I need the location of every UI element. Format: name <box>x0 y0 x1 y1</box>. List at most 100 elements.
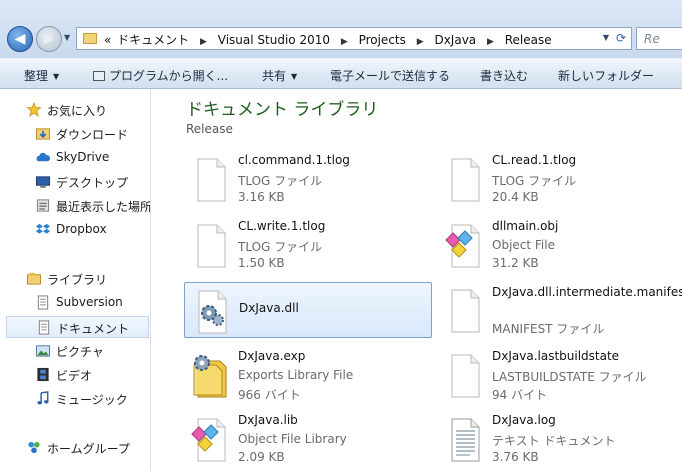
file-view[interactable]: ドキュメント ライブラリ Release cl.command.1.tlog T… <box>152 89 682 471</box>
file-item[interactable]: cl.command.1.tlog TLOG ファイル 3.16 KB <box>184 151 432 207</box>
burn-button[interactable]: 書き込む <box>480 67 528 84</box>
file-name: DxJava.dll <box>239 301 299 315</box>
chevron-right-icon[interactable]: ▶ <box>487 37 494 47</box>
chevron-down-icon: ▼ <box>291 72 298 81</box>
nav-homegroup-label: ホームグループ <box>47 442 130 456</box>
file-item[interactable]: DxJava.log テキスト ドキュメント 3.76 KB <box>438 411 682 467</box>
file-type: テキスト ドキュメント <box>492 434 616 448</box>
star-icon <box>26 102 42 117</box>
file-type: Object File <box>492 238 555 252</box>
breadcrumb-overflow[interactable]: « <box>104 33 111 47</box>
recent-places-icon <box>36 199 50 212</box>
share-button[interactable]: 共有 ▼ <box>262 67 297 84</box>
file-size: 3.76 KB <box>492 450 539 464</box>
exports-library-icon <box>193 355 227 398</box>
nav-item-label: ミュージック <box>56 393 128 407</box>
object-file-icon <box>445 224 480 268</box>
file-size: 20.4 KB <box>492 190 539 204</box>
breadcrumb-dxjava[interactable]: DxJava <box>434 33 476 47</box>
blank-file-icon <box>451 289 480 333</box>
nav-item-documents[interactable]: ドキュメント <box>6 316 149 338</box>
open-with-label: プログラムから開く... <box>109 69 229 83</box>
file-name: DxJava.lastbuildstate <box>492 349 620 363</box>
file-item[interactable]: DxJava.dll.intermediate.manifest MANIFES… <box>438 282 682 338</box>
document-library-icon <box>37 295 49 310</box>
email-button[interactable]: 電子メールで送信する <box>330 67 450 84</box>
address-bar-area: ◀ ▶ ▼ « ドキュメント ▶ Visual Studio 2010 ▶ Pr… <box>0 0 682 58</box>
nav-item-label: ドキュメント <box>57 322 130 336</box>
file-size: 966 バイト <box>238 388 301 402</box>
nav-item-label: 最近表示した場所 <box>56 200 151 214</box>
new-folder-button[interactable]: 新しいフォルダー <box>558 67 654 84</box>
nav-item-label: Dropbox <box>56 222 107 236</box>
blank-file-icon <box>451 354 480 398</box>
file-size: 31.2 KB <box>492 256 539 270</box>
blank-file-icon <box>197 158 226 202</box>
file-name: CL.write.1.tlog <box>238 219 326 233</box>
organize-label: 整理 <box>24 69 49 83</box>
breadcrumb-release[interactable]: Release <box>505 33 552 47</box>
downloads-folder-icon <box>35 128 51 140</box>
folder-icon <box>83 33 97 44</box>
file-item[interactable]: CL.write.1.tlog TLOG ファイル 1.50 KB <box>184 217 432 273</box>
file-name: DxJava.dll.intermediate.manifest <box>492 285 682 299</box>
file-type: MANIFEST ファイル <box>492 322 605 336</box>
file-type: TLOG ファイル <box>238 174 323 188</box>
breadcrumb-documents[interactable]: ドキュメント <box>117 33 189 47</box>
program-window-icon <box>93 71 105 81</box>
chevron-right-icon[interactable]: ▶ <box>417 37 424 47</box>
file-type: Object File Library <box>238 432 347 446</box>
breadcrumb-projects[interactable]: Projects <box>359 33 406 47</box>
file-item[interactable]: CL.read.1.tlog TLOG ファイル 20.4 KB <box>438 151 682 207</box>
file-type: Exports Library File <box>238 368 354 382</box>
organize-button[interactable]: 整理 ▼ <box>24 67 59 84</box>
nav-item-label: デスクトップ <box>56 176 129 190</box>
film-icon <box>37 367 49 382</box>
nav-item-label: SkyDrive <box>56 150 110 164</box>
file-item[interactable]: DxJava.exp Exports Library File 966 バイト <box>184 347 432 403</box>
recent-pages-dropdown[interactable]: ▼ <box>64 33 70 42</box>
text-document-icon <box>451 418 480 462</box>
open-with-button[interactable]: プログラムから開く... <box>93 67 228 84</box>
new-folder-label: 新しいフォルダー <box>558 69 655 83</box>
nav-item-label: ビデオ <box>56 369 93 383</box>
refresh-icon[interactable]: ⟳ <box>616 31 626 45</box>
file-item[interactable]: DxJava.lastbuildstate LASTBUILDSTATE ファイ… <box>438 347 682 403</box>
file-type: LASTBUILDSTATE ファイル <box>492 370 647 384</box>
nav-item-label: ピクチャ <box>56 345 104 359</box>
back-button[interactable]: ◀ <box>7 26 33 52</box>
file-name: CL.read.1.tlog <box>492 153 577 167</box>
file-type: TLOG ファイル <box>492 174 577 188</box>
search-placeholder: Re <box>644 32 660 46</box>
chevron-right-icon[interactable]: ▶ <box>341 37 348 47</box>
library-icon <box>26 272 42 285</box>
file-size: 2.09 KB <box>238 450 285 464</box>
file-size: 1.50 KB <box>238 256 285 270</box>
music-note-icon <box>37 391 49 405</box>
file-type: TLOG ファイル <box>238 240 323 254</box>
file-name: cl.command.1.tlog <box>238 153 350 167</box>
file-name: dllmain.obj <box>492 219 559 233</box>
file-item[interactable]: dllmain.obj Object File 31.2 KB <box>438 217 682 273</box>
file-item-selected[interactable]: DxJava.dll <box>184 282 432 338</box>
breadcrumb-visual-studio[interactable]: Visual Studio 2010 <box>218 33 330 47</box>
chevron-right-icon[interactable]: ▶ <box>200 37 207 47</box>
chevron-down-icon[interactable]: ▼ <box>603 33 609 42</box>
blank-file-icon <box>197 224 226 268</box>
dll-gear-icon <box>198 290 227 334</box>
nav-item-label: ダウンロード <box>56 128 129 142</box>
desktop-icon <box>35 176 51 188</box>
file-item[interactable]: DxJava.lib Object File Library 2.09 KB <box>184 411 432 467</box>
search-input[interactable]: Re <box>636 27 682 50</box>
navigation-pane[interactable]: お気に入り ダウンロード SkyDrive デスクトップ 最近表示した場所 Dr… <box>0 89 151 471</box>
address-box[interactable]: « ドキュメント ▶ Visual Studio 2010 ▶ Projects… <box>76 27 632 50</box>
document-library-icon <box>38 320 50 335</box>
arrow-left-icon: ◀ <box>14 31 26 47</box>
object-file-icon <box>191 418 226 462</box>
pictures-icon <box>35 345 51 357</box>
share-label: 共有 <box>262 69 287 83</box>
forward-button[interactable]: ▶ <box>36 26 62 52</box>
command-bar: 整理 ▼ プログラムから開く... 共有 ▼ 電子メールで送信する 書き込む 新しい… <box>0 58 682 89</box>
library-subtitle: Release <box>186 122 233 136</box>
nav-item-label: Subversion <box>56 295 123 309</box>
